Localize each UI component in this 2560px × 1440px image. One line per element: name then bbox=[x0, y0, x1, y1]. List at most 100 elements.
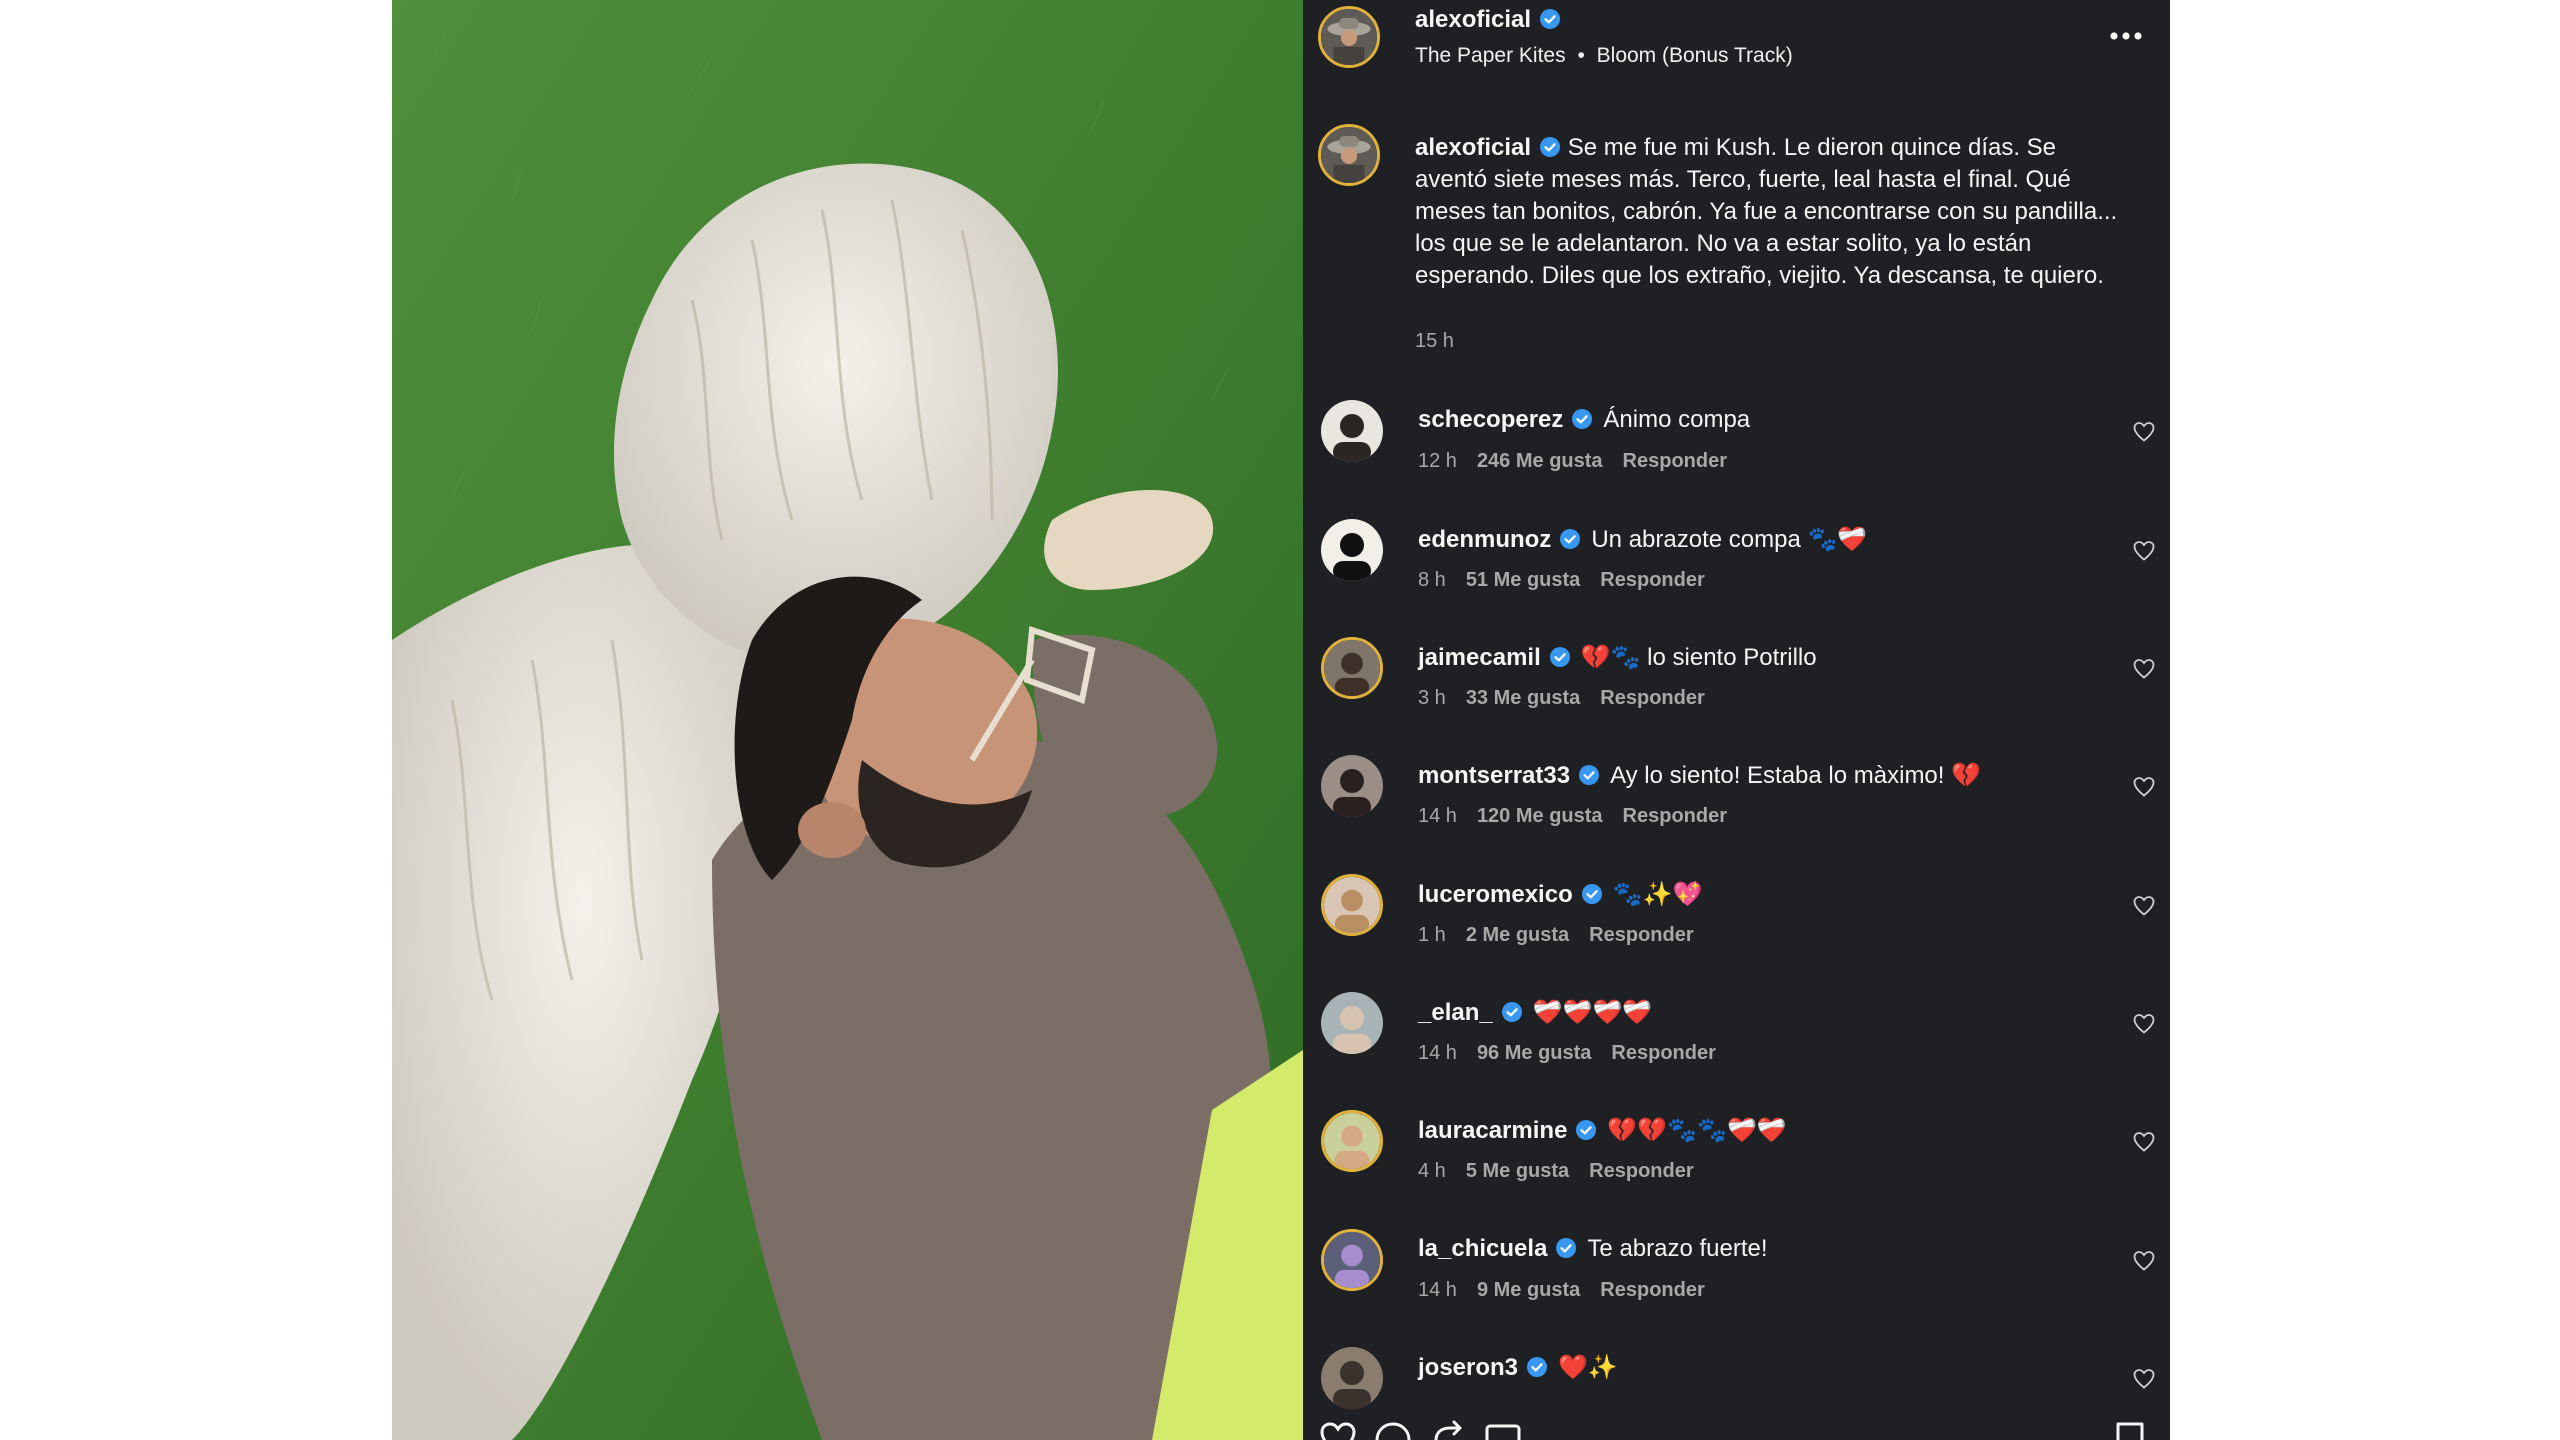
comment-likes[interactable]: 246 Me gusta bbox=[1477, 450, 1603, 472]
comment-like-button[interactable] bbox=[2132, 894, 2156, 918]
reply-button[interactable]: Responder bbox=[1600, 569, 1704, 591]
heart-icon bbox=[2133, 1132, 2155, 1152]
comment-avatar[interactable] bbox=[1321, 755, 1383, 817]
caption-timestamp: 15 h bbox=[1415, 330, 1454, 352]
comment-text: ❤️✨ bbox=[1558, 1354, 1618, 1381]
music-separator: • bbox=[1577, 44, 1585, 67]
comment-like-button[interactable] bbox=[2132, 420, 2156, 444]
comment-avatar[interactable] bbox=[1321, 1229, 1383, 1291]
share-icon bbox=[1434, 1420, 1462, 1440]
comment-text: Ánimo compa bbox=[1603, 406, 1751, 433]
reply-button[interactable]: Responder bbox=[1600, 1279, 1704, 1301]
like-button[interactable] bbox=[1318, 1420, 1358, 1440]
heart-icon bbox=[2133, 541, 2155, 561]
verified-badge-icon bbox=[1539, 136, 1561, 158]
comment-like-button[interactable] bbox=[2132, 657, 2156, 681]
comment-text: 💔💔🐾🐾❤️‍🩹❤️‍🩹 bbox=[1607, 1117, 1787, 1144]
verified-badge-icon bbox=[1526, 1356, 1548, 1378]
comment-row: _elan_ ❤️‍🩹❤️‍🩹❤️‍🩹❤️‍🩹 14 h 96 Me gusta Res… bbox=[1303, 992, 2170, 1102]
verified-badge-icon bbox=[1539, 8, 1561, 30]
comment-like-button[interactable] bbox=[2132, 1249, 2156, 1273]
heart-icon bbox=[2133, 1014, 2155, 1034]
comment-likes[interactable]: 2 Me gusta bbox=[1466, 924, 1569, 946]
heart-icon bbox=[2133, 422, 2155, 442]
comment-username[interactable]: jaimecamil bbox=[1418, 644, 1541, 671]
comment-username[interactable]: luceromexico bbox=[1418, 881, 1573, 908]
music-track: Bloom (Bonus Track) bbox=[1596, 44, 1793, 67]
music-info[interactable]: The Paper Kites • Bloom (Bonus Track) bbox=[1415, 44, 1793, 68]
send-icon bbox=[1485, 1424, 1521, 1440]
comment-row: la_chicuela Te abrazo fuerte! 14 h 9 Me gus… bbox=[1303, 1229, 2170, 1339]
comment-time: 14 h bbox=[1418, 1042, 1457, 1064]
comment-text: 💔🐾 lo siento Potrillo bbox=[1580, 644, 1817, 671]
post-side-panel: alexoficial The Paper Kites • Bloom (Bon… bbox=[1303, 0, 2170, 1440]
comment-avatar[interactable] bbox=[1321, 400, 1383, 462]
more-options-button[interactable] bbox=[2106, 22, 2146, 50]
repost-button[interactable] bbox=[1428, 1420, 1468, 1440]
more-horizontal-icon bbox=[2110, 32, 2142, 40]
comment-username[interactable]: la_chicuela bbox=[1418, 1235, 1547, 1262]
caption-username[interactable]: alexoficial bbox=[1415, 134, 1531, 161]
comment-row: luceromexico 🐾✨💖 1 h 2 Me gusta Responder bbox=[1303, 874, 2170, 984]
comment-time: 8 h bbox=[1418, 569, 1446, 591]
comment-row: schecoperez Ánimo compa 12 h 246 Me gusta Re… bbox=[1303, 400, 2170, 510]
comment-like-button[interactable] bbox=[2132, 775, 2156, 799]
comment-icon bbox=[1375, 1422, 1411, 1440]
comment-like-button[interactable] bbox=[2132, 1367, 2156, 1391]
reply-button[interactable]: Responder bbox=[1589, 1160, 1693, 1182]
comment-time: 12 h bbox=[1418, 450, 1457, 472]
comment-text: Ay lo siento! Estaba lo màximo! 💔 bbox=[1610, 762, 1981, 789]
comment-button[interactable] bbox=[1373, 1420, 1413, 1440]
comment-text: 🐾✨💖 bbox=[1612, 881, 1703, 908]
action-bar bbox=[1303, 1420, 2170, 1440]
comment-avatar[interactable] bbox=[1321, 992, 1383, 1054]
comment-like-button[interactable] bbox=[2132, 1012, 2156, 1036]
reply-button[interactable]: Responder bbox=[1623, 805, 1727, 827]
comment-likes[interactable]: 96 Me gusta bbox=[1477, 1042, 1591, 1064]
comment-likes[interactable]: 33 Me gusta bbox=[1466, 687, 1580, 709]
comment-likes[interactable]: 5 Me gusta bbox=[1466, 1160, 1569, 1182]
comment-row: jaimecamil 💔🐾 lo siento Potrillo 3 h 33 Me … bbox=[1303, 637, 2170, 747]
heart-icon bbox=[2133, 896, 2155, 916]
heart-icon bbox=[2133, 1251, 2155, 1271]
heart-icon bbox=[2133, 1369, 2155, 1389]
verified-badge-icon bbox=[1501, 1001, 1523, 1023]
author-avatar[interactable] bbox=[1318, 6, 1380, 68]
comment-avatar[interactable] bbox=[1321, 1347, 1383, 1409]
comment-likes[interactable]: 51 Me gusta bbox=[1466, 569, 1580, 591]
comment-like-button[interactable] bbox=[2132, 1130, 2156, 1154]
reply-button[interactable]: Responder bbox=[1623, 450, 1727, 472]
comment-avatar[interactable] bbox=[1321, 1110, 1383, 1172]
comment-username[interactable]: joseron3 bbox=[1418, 1354, 1518, 1381]
comment-username[interactable]: _elan_ bbox=[1418, 999, 1493, 1026]
reply-button[interactable]: Responder bbox=[1589, 924, 1693, 946]
comment-avatar[interactable] bbox=[1321, 637, 1383, 699]
comment-likes[interactable]: 9 Me gusta bbox=[1477, 1279, 1580, 1301]
save-button[interactable] bbox=[2110, 1420, 2150, 1440]
comment-likes[interactable]: 120 Me gusta bbox=[1477, 805, 1603, 827]
comment-time: 14 h bbox=[1418, 1279, 1457, 1301]
caption-avatar[interactable] bbox=[1318, 124, 1380, 186]
reply-button[interactable]: Responder bbox=[1600, 687, 1704, 709]
comment-username[interactable]: schecoperez bbox=[1418, 406, 1563, 433]
comment-text: Un abrazote compa 🐾❤️‍🩹 bbox=[1591, 526, 1868, 553]
comment-username[interactable]: montserrat33 bbox=[1418, 762, 1570, 789]
verified-badge-icon bbox=[1571, 408, 1593, 430]
author-username[interactable]: alexoficial bbox=[1415, 6, 1531, 33]
heart-icon bbox=[1320, 1422, 1356, 1440]
comment-text: ❤️‍🩹❤️‍🩹❤️‍🩹❤️‍🩹 bbox=[1532, 999, 1653, 1026]
verified-badge-icon bbox=[1549, 646, 1571, 668]
comment-like-button[interactable] bbox=[2132, 539, 2156, 563]
verified-badge-icon bbox=[1578, 764, 1600, 786]
comment-avatar[interactable] bbox=[1321, 874, 1383, 936]
comment-text: Te abrazo fuerte! bbox=[1587, 1235, 1768, 1262]
comment-time: 3 h bbox=[1418, 687, 1446, 709]
comment-avatar[interactable] bbox=[1321, 519, 1383, 581]
comment-row: edenmunoz Un abrazote compa 🐾❤️‍🩹 8 h 51 Me… bbox=[1303, 519, 2170, 629]
comment-username[interactable]: edenmunoz bbox=[1418, 526, 1551, 553]
music-artist: The Paper Kites bbox=[1415, 44, 1566, 67]
send-button[interactable] bbox=[1483, 1420, 1523, 1440]
verified-badge-icon bbox=[1559, 528, 1581, 550]
comment-username[interactable]: lauracarmine bbox=[1418, 1117, 1567, 1144]
reply-button[interactable]: Responder bbox=[1611, 1042, 1715, 1064]
